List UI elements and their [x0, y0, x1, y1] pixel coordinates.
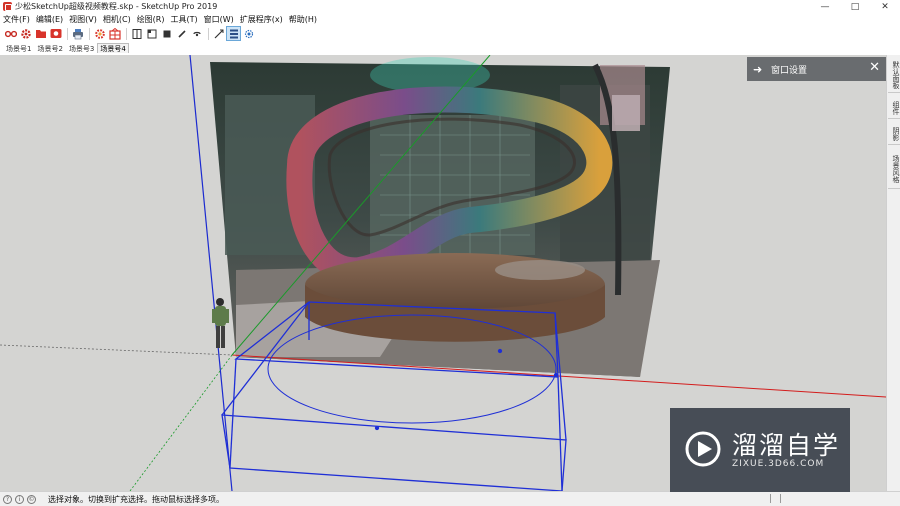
tab-scene-3[interactable]: 场景号3: [66, 43, 97, 53]
credits-icon[interactable]: ©: [27, 494, 36, 504]
tab-scene-4[interactable]: 场景号4: [97, 43, 129, 53]
toolbar-separator: [126, 27, 127, 40]
title-bar: 少松SketchUp超级视频教程.skp - SketchUp Pro 2019…: [0, 0, 900, 13]
menu-draw[interactable]: 绘图(R): [137, 14, 165, 25]
list-icon[interactable]: [226, 26, 241, 41]
tray-tab-styles[interactable]: 场景风格: [888, 149, 900, 189]
toolbar-separator: [208, 27, 209, 40]
maximize-button[interactable]: □: [840, 0, 870, 13]
minimize-button[interactable]: —: [810, 0, 840, 13]
default-tray: 默认面板 组件 阴影 场景风格: [886, 55, 900, 491]
gear-red-icon[interactable]: [19, 27, 32, 40]
face-icon[interactable]: [145, 27, 158, 40]
menu-window[interactable]: 窗口(W): [204, 14, 234, 25]
menu-bar: 文件(F) 编辑(E) 视图(V) 相机(C) 绘图(R) 工具(T) 窗口(W…: [0, 13, 900, 25]
arrow-right-icon: ➜: [753, 62, 763, 76]
glasses-icon[interactable]: [4, 27, 17, 40]
pencil-icon[interactable]: [175, 27, 188, 40]
tray-tab-default[interactable]: 默认面板: [888, 57, 900, 93]
menu-tools[interactable]: 工具(T): [171, 14, 198, 25]
tab-scene-1[interactable]: 场景号1: [3, 43, 34, 53]
help-icon[interactable]: ?: [3, 494, 12, 504]
window-settings-panel[interactable]: ➜ 窗口设置 ✕: [747, 57, 886, 81]
menu-file[interactable]: 文件(F): [3, 14, 30, 25]
measurements-box[interactable]: [780, 494, 781, 503]
sun-icon[interactable]: [242, 27, 255, 40]
watermark: 溜溜自学 ZIXUE.3D66.COM: [670, 408, 850, 492]
menu-help[interactable]: 帮助(H): [289, 14, 317, 25]
toolbar-separator: [67, 27, 68, 40]
grid-red-icon[interactable]: [108, 27, 121, 40]
red-axis-dashed: [0, 344, 233, 356]
play-logo-icon: [685, 431, 721, 467]
toolbar-separator: [89, 27, 90, 40]
green-axis-dashed: [129, 354, 233, 491]
background-photo: [210, 57, 670, 377]
menu-extensions[interactable]: 扩展程序(x): [240, 14, 283, 25]
panel-title: 窗口设置: [771, 65, 808, 76]
toolbar: [0, 25, 900, 42]
menu-camera[interactable]: 相机(C): [103, 14, 131, 25]
measurements-divider: [770, 494, 771, 503]
scene-tabs: 场景号1 场景号2 场景号3 场景号4: [0, 42, 900, 53]
status-bar: ? i © 选择对象。切换到扩充选择。拖动鼠标选择多项。: [0, 491, 900, 506]
watermark-title: 溜溜自学: [732, 431, 841, 460]
tray-tab-components[interactable]: 组件: [888, 97, 900, 119]
menu-edit[interactable]: 编辑(E): [36, 14, 63, 25]
folder-red-icon[interactable]: [34, 27, 47, 40]
info-icon[interactable]: i: [15, 494, 24, 504]
settings-red-icon[interactable]: [93, 27, 106, 40]
printer-icon[interactable]: [71, 27, 84, 40]
camera-red-icon[interactable]: [49, 27, 62, 40]
layout-split-icon[interactable]: [130, 27, 143, 40]
sketchup-logo-icon: [3, 2, 12, 11]
window-title: 少松SketchUp超级视频教程.skp - SketchUp Pro 2019: [15, 2, 218, 11]
box-icon[interactable]: [160, 27, 173, 40]
brush-icon[interactable]: [190, 27, 203, 40]
tab-scene-2[interactable]: 场景号2: [34, 43, 65, 53]
watermark-url: ZIXUE.3D66.COM: [732, 459, 825, 469]
window-controls: — □ ✕: [810, 0, 900, 13]
close-icon[interactable]: ✕: [869, 61, 880, 75]
close-button[interactable]: ✕: [870, 0, 900, 13]
axes-icon[interactable]: [212, 27, 225, 40]
menu-view[interactable]: 视图(V): [69, 14, 97, 25]
status-message: 选择对象。切换到扩充选择。拖动鼠标选择多项。: [48, 494, 224, 504]
tray-tab-shadows[interactable]: 阴影: [888, 123, 900, 145]
